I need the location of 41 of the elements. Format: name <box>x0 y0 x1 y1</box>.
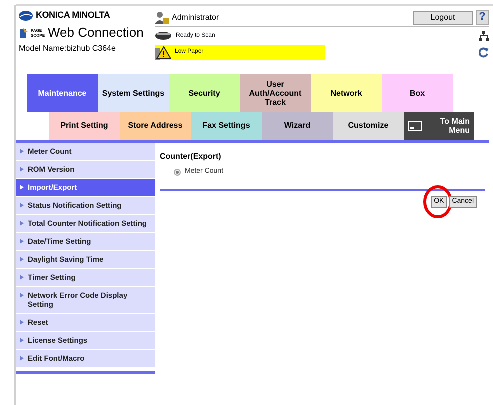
product-name: Web Connection <box>48 26 144 40</box>
sub-tab[interactable]: Customize <box>333 112 404 140</box>
nav-tab[interactable]: Box <box>382 74 453 112</box>
sub-tab[interactable]: Print Setting <box>49 112 120 140</box>
highlight-circle <box>423 184 454 218</box>
model-name: Model Name:bizhub C364e <box>19 42 117 54</box>
triangle-icon <box>20 239 24 244</box>
sub-tab[interactable]: Store Address <box>120 112 191 140</box>
user-icon <box>155 11 169 24</box>
refresh-icon[interactable] <box>479 47 489 58</box>
triangle-icon <box>20 293 24 298</box>
sub-tab[interactable]: Fax Settings <box>191 112 262 140</box>
pagescope-logo-icon <box>19 26 29 38</box>
logout-button[interactable]: Logout <box>413 10 473 24</box>
triangle-icon <box>20 221 24 226</box>
triangle-icon <box>20 167 24 172</box>
nav-tab[interactable]: User Auth/Account Track <box>240 74 311 112</box>
nav-tab[interactable]: Security <box>169 74 240 112</box>
triangle-icon <box>20 185 24 190</box>
warning-icon <box>155 46 172 60</box>
user-name: Administrator <box>172 12 220 24</box>
brand-name: KONICA MINOLTA <box>36 9 110 22</box>
triangle-icon <box>20 203 24 208</box>
scanner-icon <box>155 31 172 41</box>
nav-tab[interactable]: Maintenance <box>27 74 98 112</box>
triangle-icon <box>20 149 24 154</box>
triangle-icon <box>20 356 24 361</box>
nav-tab[interactable]: System Settings <box>98 74 169 112</box>
help-button[interactable]: ? <box>476 10 489 25</box>
radio-button[interactable] <box>174 168 181 176</box>
triangle-icon <box>20 320 24 325</box>
main-menu-button[interactable]: To Main Menu <box>404 112 474 140</box>
brand-logo-icon <box>19 10 33 21</box>
section-title: Counter(Export) <box>160 151 222 163</box>
triangle-icon <box>20 257 24 262</box>
triangle-icon <box>20 338 24 343</box>
nav-tab[interactable]: Network <box>311 74 382 112</box>
triangle-icon <box>20 275 24 280</box>
menu-screen-icon <box>408 121 422 131</box>
network-icon[interactable] <box>479 31 489 41</box>
sub-tab[interactable]: Wizard <box>262 112 333 140</box>
